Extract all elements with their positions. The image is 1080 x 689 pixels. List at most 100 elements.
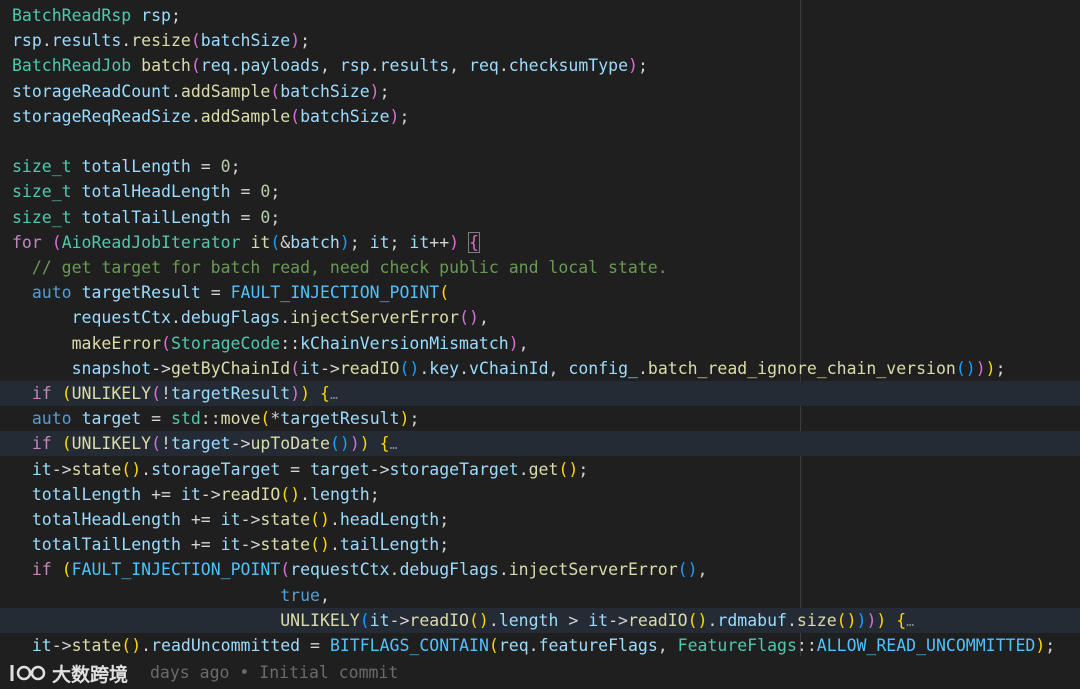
code-token: . bbox=[41, 31, 52, 51]
code-token: += bbox=[180, 535, 221, 555]
code-line-text: if (UNLIKELY(!target->upToDate())) {… bbox=[12, 431, 398, 458]
code-token: ; bbox=[349, 232, 370, 252]
code-token: . bbox=[170, 81, 181, 101]
code-token: UNLIKELY bbox=[280, 610, 360, 630]
code-token: it bbox=[409, 232, 430, 252]
code-token: ) bbox=[359, 434, 370, 454]
code-line[interactable]: true, bbox=[0, 583, 1080, 608]
code-token: . bbox=[518, 459, 529, 479]
fold-ellipsis-icon[interactable]: … bbox=[390, 438, 398, 453]
code-token: it bbox=[588, 610, 609, 630]
code-line[interactable]: auto target = std::move(*targetResult); bbox=[0, 406, 1080, 431]
code-line[interactable]: // get target for batch read, need check… bbox=[0, 255, 1080, 280]
code-token: totalLength bbox=[81, 157, 191, 177]
code-token: += bbox=[180, 510, 221, 529]
code-line[interactable]: auto targetResult = FAULT_INJECTION_POIN… bbox=[0, 280, 1080, 305]
code-token: it bbox=[220, 535, 241, 555]
code-line[interactable]: if (UNLIKELY(!targetResult)) {… bbox=[0, 381, 1080, 406]
code-line[interactable]: totalTailLength += it->state().tailLengt… bbox=[0, 532, 1080, 557]
code-token: totalLength bbox=[31, 484, 142, 504]
code-token: . bbox=[329, 510, 340, 529]
code-token: state bbox=[71, 636, 122, 655]
code-token: targetResult bbox=[170, 384, 291, 403]
code-line-text: storageReadCount.addSample(batchSize); bbox=[12, 79, 390, 104]
fold-ellipsis-icon[interactable]: … bbox=[906, 615, 914, 630]
code-token: . bbox=[498, 56, 509, 76]
code-token: ; bbox=[409, 409, 420, 429]
code-token: ; bbox=[637, 56, 648, 76]
code-token: move bbox=[220, 409, 261, 429]
code-line[interactable]: it->state().readUncommitted = BITFLAGS_C… bbox=[0, 633, 1080, 658]
code-line[interactable]: size_t totalTailLength = 0; bbox=[0, 205, 1080, 230]
code-line[interactable]: size_t totalLength = 0; bbox=[0, 154, 1080, 179]
code-line[interactable]: if (FAULT_INJECTION_POINT(requestCtx.deb… bbox=[0, 557, 1080, 582]
code-token: ) bbox=[508, 333, 519, 353]
code-line[interactable]: requestCtx.debugFlags.injectServerError(… bbox=[0, 305, 1080, 330]
code-token: { bbox=[896, 610, 907, 630]
code-token: () bbox=[280, 484, 301, 504]
code-token: batchSize bbox=[300, 106, 390, 126]
code-token: = bbox=[280, 459, 311, 479]
code-token: storageTarget bbox=[389, 459, 519, 479]
code-token: ) bbox=[975, 358, 986, 378]
code-line-text: size_t totalHeadLength = 0; bbox=[12, 179, 280, 204]
watermark-brand-text: 大数跨境 bbox=[52, 663, 129, 686]
code-token: if bbox=[31, 434, 52, 454]
code-line-text: auto targetResult = FAULT_INJECTION_POIN… bbox=[12, 280, 449, 305]
code-token: results bbox=[379, 56, 450, 76]
code-token: UNLIKELY bbox=[71, 384, 152, 403]
code-line[interactable]: if (UNLIKELY(!target->upToDate())) {… bbox=[0, 431, 1080, 458]
code-token: () bbox=[310, 535, 330, 555]
code-token: size bbox=[796, 610, 837, 630]
code-token: ( bbox=[161, 333, 171, 353]
code-token: req bbox=[469, 56, 499, 76]
code-line-text: it->state().readUncommitted = BITFLAGS_C… bbox=[12, 633, 1055, 658]
code-token: tailLength bbox=[339, 535, 440, 555]
code-token: = bbox=[230, 207, 261, 227]
code-token: ) bbox=[449, 232, 460, 252]
code-token: readIO bbox=[409, 610, 469, 630]
code-line[interactable]: storageReqReadSize.addSample(batchSize); bbox=[0, 104, 1080, 129]
code-token: totalHeadLength bbox=[81, 182, 231, 202]
code-line[interactable]: BatchReadRsp rsp; bbox=[0, 3, 1080, 28]
code-editor[interactable]: BatchReadRsp rsp; rsp.results.resize(batc… bbox=[0, 0, 1080, 689]
code-line-text: BatchReadRsp rsp; bbox=[12, 3, 181, 28]
code-line[interactable]: snapshot->getByChainId(it->readIO().key.… bbox=[0, 356, 1080, 381]
code-token: ( bbox=[61, 384, 72, 403]
code-line[interactable]: totalHeadLength += it->state().headLengt… bbox=[0, 507, 1080, 532]
code-line-text: rsp.results.resize(batchSize); bbox=[12, 28, 310, 53]
code-token: ; bbox=[300, 31, 311, 51]
code-token: . bbox=[786, 610, 797, 630]
code-token: BatchReadRsp bbox=[12, 6, 132, 25]
code-line[interactable]: UNLIKELY(it->readIO().length > it->readI… bbox=[0, 607, 1080, 633]
code-token: () bbox=[687, 610, 708, 630]
code-token: . bbox=[300, 484, 311, 504]
code-token: requestCtx bbox=[71, 308, 171, 328]
code-line[interactable]: rsp.results.resize(batchSize); bbox=[0, 28, 1080, 53]
code-token: storageTarget bbox=[151, 459, 281, 479]
code-line-text: storageReqReadSize.addSample(batchSize); bbox=[12, 104, 409, 129]
code-line[interactable]: totalLength += it->readIO().length; bbox=[0, 482, 1080, 507]
code-token: ( bbox=[359, 610, 370, 630]
fold-ellipsis-icon[interactable]: … bbox=[330, 388, 338, 403]
code-line[interactable]: BatchReadJob batch(req.payloads, rsp.res… bbox=[0, 53, 1080, 78]
code-line[interactable]: for (AioReadJobIterator it(&batch); it; … bbox=[0, 230, 1080, 255]
code-line[interactable]: it->state().storageTarget = target->stor… bbox=[0, 457, 1080, 482]
code-token: debugFlags bbox=[180, 308, 281, 328]
code-token: BITFLAGS_CONTAIN bbox=[329, 636, 489, 655]
code-token: . bbox=[389, 560, 400, 580]
code-line[interactable]: size_t totalHeadLength = 0; bbox=[0, 179, 1080, 204]
code-line[interactable]: storageReadCount.addSample(batchSize); bbox=[0, 79, 1080, 104]
code-token: storageReadCount bbox=[12, 81, 171, 101]
code-line[interactable] bbox=[0, 129, 1080, 154]
code-token: target bbox=[310, 459, 370, 479]
code-line[interactable]: makeError(StorageCode::kChainVersionMism… bbox=[0, 331, 1080, 356]
code-line-text: snapshot->getByChainId(it->readIO().key.… bbox=[12, 356, 1006, 381]
